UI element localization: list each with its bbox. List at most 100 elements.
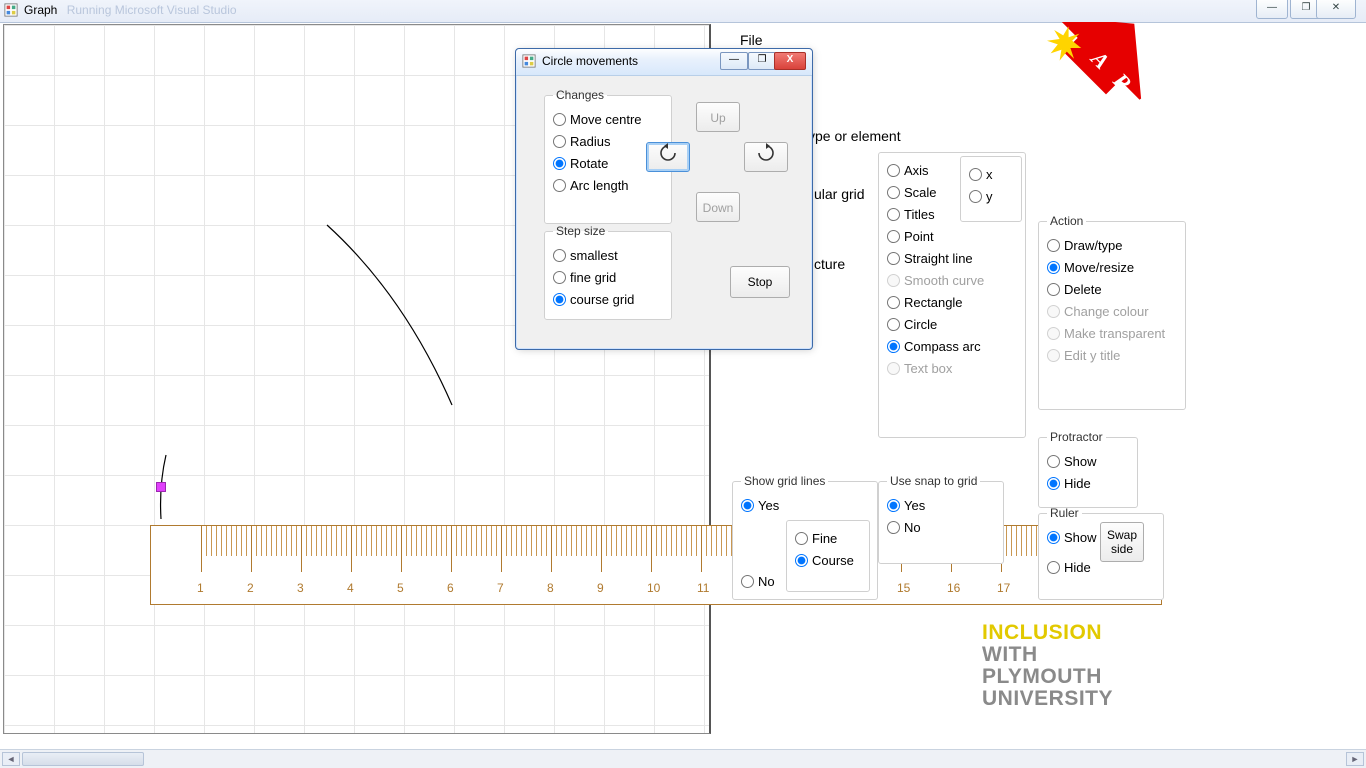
radio-rotate[interactable] bbox=[553, 157, 566, 170]
radio-draw-type[interactable] bbox=[1047, 239, 1060, 252]
window-minimize-button[interactable]: — bbox=[1256, 0, 1288, 19]
radio-snap-yes[interactable] bbox=[887, 499, 900, 512]
stop-button[interactable]: Stop bbox=[730, 266, 790, 298]
label-grid-course: Course bbox=[812, 553, 854, 568]
radio-grid-course[interactable] bbox=[795, 554, 808, 567]
window-close-button[interactable]: ✕ bbox=[1316, 0, 1356, 19]
radio-move-resize[interactable] bbox=[1047, 261, 1060, 274]
up-button[interactable]: Up bbox=[696, 102, 740, 132]
label-protractor-hide: Hide bbox=[1064, 476, 1091, 491]
legend-protractor: Protractor bbox=[1047, 430, 1106, 444]
radio-course-grid[interactable] bbox=[553, 293, 566, 306]
label-delete: Delete bbox=[1064, 282, 1102, 297]
legend-action: Action bbox=[1047, 214, 1086, 228]
label-axis: Axis bbox=[904, 163, 929, 178]
label-make-transparent: Make transparent bbox=[1064, 326, 1165, 341]
dialog-minimize-button[interactable]: — bbox=[720, 52, 748, 70]
circle-movements-dialog: Circle movements — ❐ X Changes Move cent… bbox=[515, 48, 813, 350]
radio-ruler-show[interactable] bbox=[1047, 531, 1060, 544]
label-rotate: Rotate bbox=[570, 156, 608, 171]
label-draw-type: Draw/type bbox=[1064, 238, 1123, 253]
swap-side-button[interactable]: Swap side bbox=[1100, 522, 1144, 562]
fieldset-step-size: Step size smallestfine gridcourse grid bbox=[544, 224, 672, 320]
dialog-close-button[interactable]: X bbox=[774, 52, 806, 70]
label-change-colour: Change colour bbox=[1064, 304, 1149, 319]
label-edit-y-title: Edit y title bbox=[1064, 348, 1120, 363]
radio-smallest[interactable] bbox=[553, 249, 566, 262]
fieldset-snap: Use snap to grid Yes No bbox=[878, 474, 1004, 564]
label-smallest: smallest bbox=[570, 248, 618, 263]
radio-point[interactable] bbox=[887, 230, 900, 243]
fieldset-xy: x y bbox=[960, 156, 1022, 222]
ruler-number: 6 bbox=[447, 581, 454, 595]
label-grid-fine: Fine bbox=[812, 531, 837, 546]
scroll-left-arrow[interactable]: ◄ bbox=[2, 752, 20, 766]
dialog-maximize-button[interactable]: ❐ bbox=[748, 52, 776, 70]
rotate-ccw-icon bbox=[658, 143, 678, 163]
radio-snap-no[interactable] bbox=[887, 521, 900, 534]
radio-protractor-show[interactable] bbox=[1047, 455, 1060, 468]
radio-x[interactable] bbox=[969, 168, 982, 181]
ruler-number: 8 bbox=[547, 581, 554, 595]
plymouth-line2: WITH bbox=[982, 644, 1113, 666]
ruler-number: 2 bbox=[247, 581, 254, 595]
aro-logo: A R O bbox=[1036, 22, 1176, 162]
radio-ruler-hide[interactable] bbox=[1047, 561, 1060, 574]
radio-circle[interactable] bbox=[887, 318, 900, 331]
ruler-number: 9 bbox=[597, 581, 604, 595]
menu-file[interactable]: File bbox=[740, 32, 763, 48]
down-button[interactable]: Down bbox=[696, 192, 740, 222]
radio-protractor-hide[interactable] bbox=[1047, 477, 1060, 490]
radio-radius[interactable] bbox=[553, 135, 566, 148]
label-titles: Titles bbox=[904, 207, 935, 222]
legend-gridlines: Show grid lines bbox=[741, 474, 828, 488]
radio-gridlines-no[interactable] bbox=[741, 575, 754, 588]
radio-delete[interactable] bbox=[1047, 283, 1060, 296]
radio-compass-arc[interactable] bbox=[887, 340, 900, 353]
fieldset-action: Action Draw/typeMove/resizeDeleteChange … bbox=[1038, 214, 1186, 410]
dialog-titlebar[interactable]: Circle movements — ❐ X bbox=[516, 49, 812, 76]
ruler-number: 4 bbox=[347, 581, 354, 595]
radio-titles[interactable] bbox=[887, 208, 900, 221]
rotate-cw-button[interactable] bbox=[744, 142, 788, 172]
plymouth-line4: UNIVERSITY bbox=[982, 688, 1113, 710]
ruler-number: 1 bbox=[197, 581, 204, 595]
label-snap-no: No bbox=[904, 520, 921, 535]
fieldset-protractor: Protractor Show Hide bbox=[1038, 430, 1138, 508]
scroll-right-arrow[interactable]: ► bbox=[1346, 752, 1364, 766]
ruler-number: 3 bbox=[297, 581, 304, 595]
radio-scale[interactable] bbox=[887, 186, 900, 199]
label-type-or-element: ype or element bbox=[808, 128, 901, 144]
radio-straight-line[interactable] bbox=[887, 252, 900, 265]
label-fine-grid: fine grid bbox=[570, 270, 616, 285]
label-y: y bbox=[986, 189, 993, 204]
label-x: x bbox=[986, 167, 993, 182]
label-cture: cture bbox=[814, 256, 845, 272]
label-scale: Scale bbox=[904, 185, 937, 200]
ruler-number: 11 bbox=[697, 581, 709, 595]
rotate-ccw-button[interactable] bbox=[646, 142, 690, 172]
radio-y[interactable] bbox=[969, 190, 982, 203]
ruler-number: 16 bbox=[947, 581, 960, 595]
radio-rectangle[interactable] bbox=[887, 296, 900, 309]
plymouth-line3: PLYMOUTH bbox=[982, 666, 1113, 688]
label-straight-line: Straight line bbox=[904, 251, 973, 266]
label-gridlines-no: No bbox=[758, 574, 775, 589]
radio-fine-grid[interactable] bbox=[553, 271, 566, 284]
radio-gridlines-yes[interactable] bbox=[741, 499, 754, 512]
radio-grid-fine[interactable] bbox=[795, 532, 808, 545]
ruler[interactable]: 1234567891011121314151617181920 bbox=[150, 525, 1162, 605]
radio-move-centre[interactable] bbox=[553, 113, 566, 126]
scroll-thumb[interactable] bbox=[22, 752, 144, 766]
plymouth-line1: INCLUSION bbox=[982, 622, 1113, 644]
label-ruler-show: Show bbox=[1064, 530, 1097, 545]
radio-axis[interactable] bbox=[887, 164, 900, 177]
dialog-app-icon bbox=[522, 54, 536, 68]
ruler-number: 10 bbox=[647, 581, 660, 595]
horizontal-scrollbar[interactable]: ◄ ► bbox=[0, 749, 1366, 768]
selection-handle[interactable] bbox=[156, 482, 166, 492]
legend-changes: Changes bbox=[553, 88, 607, 102]
radio-arc-length[interactable] bbox=[553, 179, 566, 192]
dialog-title: Circle movements bbox=[542, 54, 638, 68]
window-title: Graph Running Microsoft Visual Studio bbox=[24, 3, 237, 17]
